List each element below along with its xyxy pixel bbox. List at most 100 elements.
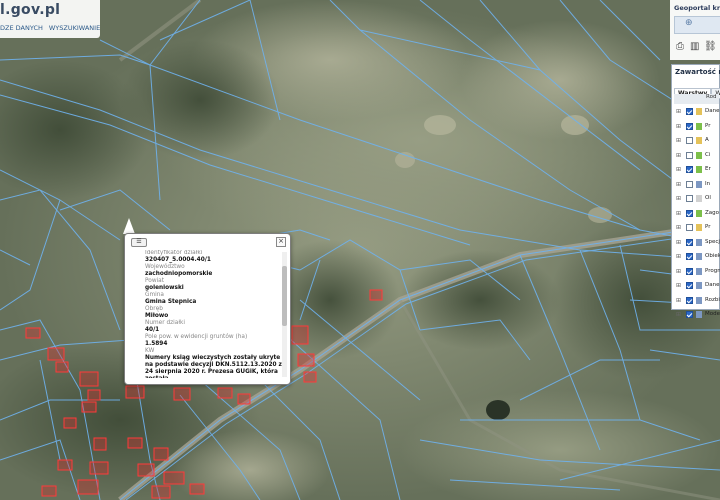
layer-row[interactable]: ⊞ Mode bbox=[674, 308, 720, 323]
expand-icon[interactable]: ⊞ bbox=[676, 268, 681, 275]
layer-label: Pr bbox=[705, 122, 711, 129]
layer-row[interactable]: ⊞ Ol bbox=[674, 192, 719, 207]
expand-icon[interactable]: ⊞ bbox=[676, 152, 681, 159]
layer-label: Pr bbox=[705, 224, 711, 230]
layer-row[interactable]: ⊞ Dane bbox=[674, 279, 719, 294]
layer-icon bbox=[696, 137, 702, 144]
scrollbar-thumb[interactable] bbox=[282, 266, 287, 326]
layer-icon bbox=[696, 166, 702, 173]
popup-scrollbar[interactable] bbox=[282, 252, 287, 377]
layer-label: In bbox=[705, 180, 711, 187]
menu-item-wyszukiwanie[interactable]: WYSZUKIWANIE bbox=[49, 24, 100, 32]
layers-column-header: Rod bbox=[674, 94, 719, 104]
layer-checkbox[interactable] bbox=[686, 238, 693, 246]
layer-icon bbox=[696, 296, 702, 304]
layer-row[interactable]: ⊞ Specj bbox=[674, 236, 720, 251]
menu-item-dane[interactable]: DZE DANYCH bbox=[0, 24, 43, 32]
panel-title: Zawartość ma bbox=[675, 68, 720, 76]
layer-icon bbox=[696, 151, 702, 159]
geoportal-title: Geoportal kr bbox=[674, 4, 720, 12]
field-key: Powiat bbox=[145, 278, 165, 284]
close-icon[interactable]: × bbox=[276, 237, 286, 247]
layer-row[interactable]: ⊞ Er bbox=[674, 163, 719, 178]
expand-icon[interactable]: ⊞ bbox=[676, 181, 681, 188]
layer-icon bbox=[696, 180, 702, 188]
expand-icon[interactable]: ⊞ bbox=[676, 282, 681, 289]
map-canvas[interactable] bbox=[0, 0, 720, 500]
layer-label: Zago bbox=[705, 209, 719, 216]
layer-checkbox[interactable] bbox=[686, 195, 693, 202]
expand-icon[interactable]: ⊞ bbox=[676, 210, 681, 217]
field-value: goleniowski bbox=[145, 285, 184, 291]
top-menu: DZE DANYCH WYSZUKIWANIE bbox=[0, 24, 106, 32]
layer-checkbox[interactable] bbox=[686, 282, 693, 289]
field-value: Numery ksiąg wieczystych zostały ukryte … bbox=[145, 355, 282, 378]
print-icon[interactable]: ⎙ bbox=[676, 42, 686, 52]
layer-icon bbox=[696, 209, 702, 217]
expand-icon[interactable]: ⊞ bbox=[676, 123, 681, 130]
layer-checkbox[interactable] bbox=[686, 180, 693, 188]
layer-checkbox[interactable] bbox=[686, 166, 693, 173]
link-icon[interactable]: ⛓ bbox=[704, 42, 717, 52]
layer-checkbox[interactable] bbox=[686, 267, 693, 275]
layer-checkbox[interactable] bbox=[686, 151, 693, 159]
layer-checkbox[interactable] bbox=[686, 296, 693, 304]
expand-icon[interactable]: ⊞ bbox=[676, 311, 681, 318]
layer-label: Ol bbox=[705, 195, 711, 201]
layer-row[interactable]: ⊞ In bbox=[674, 178, 719, 193]
layer-checkbox[interactable] bbox=[686, 209, 693, 217]
logo-text: l.gov.pl bbox=[0, 2, 61, 18]
parcel-info-popup: ☰ × Identyfikator działki 320407_5.0004.4… bbox=[124, 233, 291, 385]
field-key: Gmina bbox=[145, 292, 164, 298]
field-value: Gmina Stepnica bbox=[145, 299, 197, 305]
layer-label: Mode bbox=[705, 311, 720, 317]
layer-checkbox[interactable] bbox=[686, 311, 693, 318]
layer-row[interactable]: ⊞ Pr bbox=[674, 221, 719, 236]
expand-icon[interactable]: ⊞ bbox=[676, 166, 681, 173]
layer-label: Specj bbox=[705, 238, 720, 245]
layer-row[interactable]: ⊞ Ci bbox=[674, 149, 719, 164]
layers-list: ⊞ Dane ⊞ Pr ⊞ A ⊞ Ci ⊞ Er ⊞ In ⊞ Ol ⊞ Zago ⊞ Pr ⊞ Specj ⊞ Obi… bbox=[674, 105, 720, 323]
layer-row[interactable]: ⊞ A bbox=[674, 134, 719, 149]
layer-label: Rozbi bbox=[705, 296, 720, 303]
building-icon[interactable]: ▥ bbox=[690, 42, 700, 52]
layer-icon bbox=[696, 282, 702, 289]
field-key: Obręb bbox=[145, 306, 163, 312]
expand-icon[interactable]: ⊞ bbox=[676, 108, 681, 115]
layer-icon bbox=[696, 238, 702, 246]
layer-checkbox[interactable] bbox=[686, 122, 693, 130]
field-key: Identyfikator działki bbox=[145, 250, 203, 256]
expand-icon[interactable]: ⊞ bbox=[676, 253, 681, 260]
layer-checkbox[interactable] bbox=[686, 108, 693, 115]
expand-icon[interactable]: ⊞ bbox=[676, 224, 681, 231]
layer-checkbox[interactable] bbox=[686, 137, 693, 144]
expand-icon[interactable]: ⊞ bbox=[676, 297, 681, 304]
layer-label: Dane bbox=[705, 108, 720, 114]
expand-icon[interactable]: ⊞ bbox=[676, 137, 681, 144]
layer-icon bbox=[696, 253, 702, 260]
field-value: 320407_5.0004.40/1 bbox=[145, 257, 211, 263]
geoportal-map-thumbnail[interactable]: ⊕ bbox=[674, 16, 720, 34]
layer-icon bbox=[696, 311, 702, 318]
layer-checkbox[interactable] bbox=[686, 253, 693, 260]
layer-row[interactable]: ⊞ Progno bbox=[674, 265, 720, 280]
expand-icon[interactable]: ⊞ bbox=[676, 239, 681, 246]
layer-icon bbox=[696, 224, 702, 231]
layer-label: Er bbox=[705, 166, 711, 172]
popup-content: Identyfikator działki 320407_5.0004.40/1 W… bbox=[145, 250, 283, 378]
layer-row[interactable]: ⊞ Dane bbox=[674, 105, 719, 120]
field-key: Numer działki bbox=[145, 320, 185, 326]
popup-menu-icon[interactable]: ☰ bbox=[131, 238, 147, 247]
layer-row[interactable]: ⊞ Obiek bbox=[674, 250, 720, 265]
layer-row[interactable]: ⊞ Pr bbox=[674, 120, 719, 135]
layers-panel: Zawartość ma WarstwyW Rod ⊞Dane⊞Pr⊞A⊞Ci⊞… bbox=[671, 64, 720, 318]
expand-icon[interactable]: ⊞ bbox=[676, 195, 681, 202]
layer-checkbox[interactable] bbox=[686, 224, 693, 231]
layer-row[interactable]: ⊞ Zago bbox=[674, 207, 719, 222]
layer-row[interactable]: ⊞ Rozbi bbox=[674, 294, 720, 309]
field-key: KW bbox=[145, 348, 155, 354]
layer-label: Ci bbox=[705, 151, 711, 158]
layer-label: A bbox=[705, 137, 709, 143]
field-value: 40/1 bbox=[145, 327, 160, 333]
layer-label: Obiek bbox=[705, 253, 720, 259]
